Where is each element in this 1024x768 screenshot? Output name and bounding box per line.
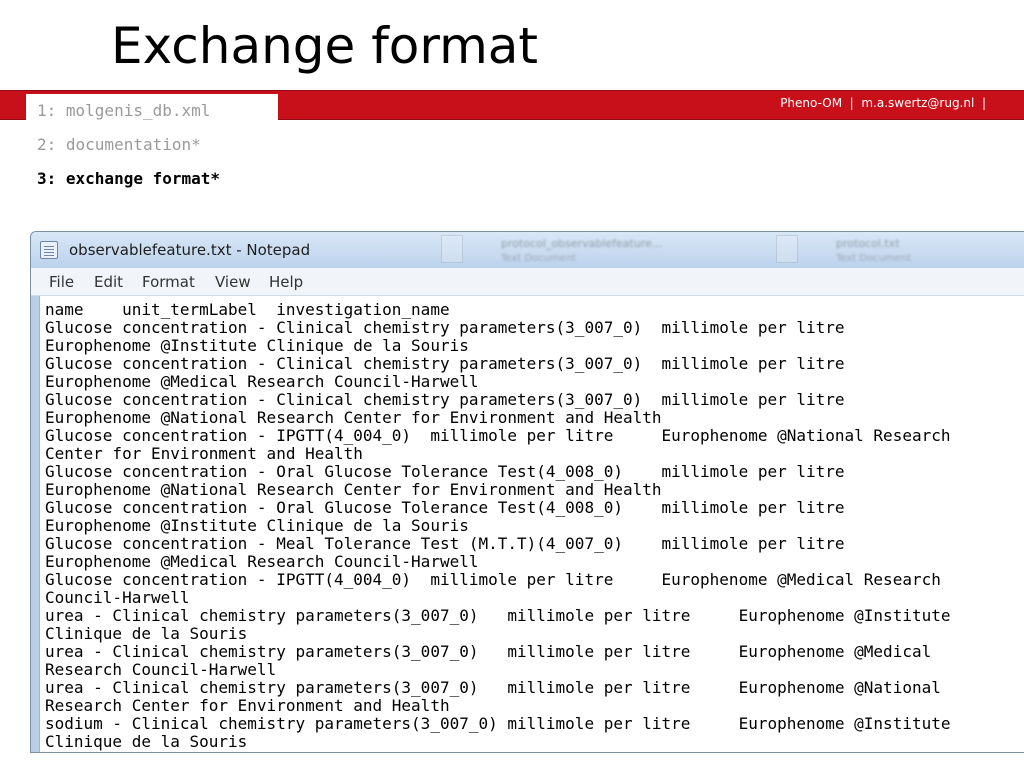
background-window-thumbnail: protocol_observablefeature... Text Docum…: [441, 235, 741, 265]
text-line: Glucose concentration - IPGTT(4_004_0) m…: [45, 570, 941, 589]
text-line: Center for Environment and Health: [45, 444, 363, 463]
text-line: urea - Clinical chemistry parameters(3_0…: [45, 606, 951, 625]
text-line: Research Center for Environment and Heal…: [45, 696, 450, 715]
window-titlebar[interactable]: observablefeature.txt - Notepad protocol…: [31, 232, 1024, 268]
text-line: urea - Clinical chemistry parameters(3_0…: [45, 642, 932, 661]
text-line: Clinique de la Souris: [45, 624, 248, 643]
text-line: Clinique de la Souris: [45, 732, 248, 751]
text-line: Glucose concentration - Clinical chemist…: [45, 354, 845, 373]
menu-bar: File Edit Format View Help: [31, 268, 1024, 296]
text-document-icon: [776, 235, 798, 263]
thumbnail-subtitle: Text Document: [836, 253, 912, 264]
text-line: Europhenome @Medical Research Council-Ha…: [45, 372, 479, 391]
thumbnail-title: protocol.txt: [836, 237, 900, 250]
text-line: Glucose concentration - IPGTT(4_004_0) m…: [45, 426, 951, 445]
window-title: observablefeature.txt - Notepad: [69, 241, 311, 259]
menu-view[interactable]: View: [215, 273, 251, 291]
text-line: Europhenome @National Research Center fo…: [45, 480, 662, 499]
background-window-thumbnail: protocol.txt Text Document: [776, 235, 1024, 265]
text-line: Glucose concentration - Clinical chemist…: [45, 318, 845, 337]
text-line: name unit_termLabel investigation_name: [45, 300, 450, 319]
notepad-icon: [40, 241, 58, 259]
slide-menu-item-molgenis-db[interactable]: 1: molgenis_db.xml: [37, 101, 210, 120]
text-line: Glucose concentration - Meal Tolerance T…: [45, 534, 845, 553]
text-line: Europhenome @Institute Clinique de la So…: [45, 516, 469, 535]
slide-menu-item-documentation[interactable]: 2: documentation*: [37, 135, 201, 154]
slide-footer: Pheno-OM | m.a.swertz@rug.nl |: [780, 96, 986, 110]
text-line: urea - Clinical chemistry parameters(3_0…: [45, 678, 941, 697]
menu-edit[interactable]: Edit: [94, 273, 123, 291]
thumbnail-subtitle: Text Document: [501, 253, 577, 264]
text-line: Research Council-Harwell: [45, 660, 277, 679]
text-line: Europhenome @Institute Clinique de la So…: [45, 336, 469, 355]
text-line: Glucose concentration - Clinical chemist…: [45, 390, 845, 409]
text-line: Europhenome @Medical Research Council-Ha…: [45, 552, 479, 571]
text-line: Europhenome @National Research Center fo…: [45, 408, 662, 427]
menu-help[interactable]: Help: [269, 273, 303, 291]
menu-file[interactable]: File: [49, 273, 74, 291]
notepad-window: observablefeature.txt - Notepad protocol…: [30, 231, 1024, 753]
text-line: sodium - Clinical chemistry parameters(3…: [45, 714, 951, 733]
menu-format[interactable]: Format: [142, 273, 195, 291]
thumbnail-title: protocol_observablefeature...: [501, 237, 663, 250]
text-document-icon: [441, 235, 463, 263]
text-line: Glucose concentration - Oral Glucose Tol…: [45, 498, 845, 517]
text-editor-area[interactable]: name unit_termLabel investigation_name G…: [39, 296, 1024, 752]
slide-title: Exchange format: [111, 17, 539, 75]
text-line: Glucose concentration - Oral Glucose Tol…: [45, 462, 845, 481]
slide-menu-item-exchange-format[interactable]: 3: exchange format*: [37, 169, 220, 188]
text-line: Council-Harwell: [45, 588, 190, 607]
